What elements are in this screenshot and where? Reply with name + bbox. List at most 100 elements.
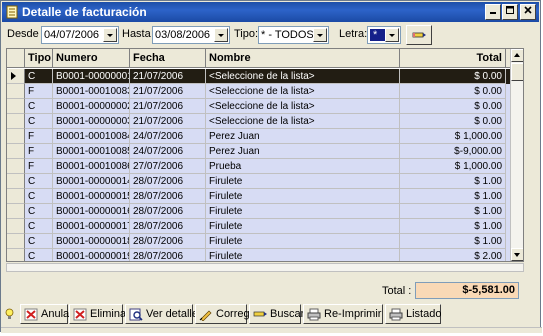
title-bar[interactable]: Detalle de facturación bbox=[2, 2, 539, 22]
cell-tipo[interactable]: C bbox=[25, 189, 53, 204]
cell-numero[interactable]: B0001-00000014 bbox=[53, 174, 130, 189]
cell-fecha[interactable]: 27/07/2006 bbox=[130, 159, 206, 174]
cell-fecha[interactable]: 28/07/2006 bbox=[130, 189, 206, 204]
hasta-date-input[interactable]: 03/08/2006 bbox=[152, 26, 230, 44]
cell-numero[interactable]: B0001-00000019 bbox=[53, 249, 130, 261]
table-row[interactable]: C B0001-00000015 28/07/2006 Firulete $ 1.00 bbox=[7, 189, 512, 204]
cell-total[interactable]: $ 1,000.00 bbox=[400, 129, 506, 144]
horizontal-scrollbar[interactable] bbox=[6, 263, 524, 272]
cell-total[interactable]: $ 1,000.00 bbox=[400, 159, 506, 174]
cell-total[interactable]: $ 1.00 bbox=[400, 189, 506, 204]
cell-nombre[interactable]: <Seleccione de la lista> bbox=[206, 84, 400, 99]
row-indicator[interactable] bbox=[7, 219, 25, 234]
cell-fecha[interactable]: 21/07/2006 bbox=[130, 84, 206, 99]
cell-nombre[interactable]: Firulete bbox=[206, 204, 400, 219]
cell-numero[interactable]: B0001-00000016 bbox=[53, 204, 130, 219]
minimize-button[interactable] bbox=[485, 4, 501, 20]
anular-button[interactable]: Anular bbox=[20, 304, 73, 324]
cell-nombre[interactable]: Perez Juan bbox=[206, 144, 400, 159]
cell-numero[interactable]: B0001-00010084 bbox=[53, 129, 130, 144]
table-row[interactable]: C B0001-00000001 21/07/2006 <Seleccione de … bbox=[7, 69, 512, 84]
close-button[interactable] bbox=[520, 4, 536, 20]
ver-detalles-button[interactable]: Ver detalles bbox=[125, 304, 203, 324]
row-indicator[interactable] bbox=[7, 249, 25, 261]
cell-nombre[interactable]: Prueba bbox=[206, 159, 400, 174]
row-indicator[interactable] bbox=[7, 204, 25, 219]
cell-total[interactable]: $-9,000.00 bbox=[400, 144, 506, 159]
vertical-scrollbar[interactable] bbox=[510, 49, 523, 261]
table-row[interactable]: F B0001-00010085 24/07/2006 Perez Juan $-9,0… bbox=[7, 144, 512, 159]
table-row[interactable]: F B0001-00010086 27/07/2006 Prueba $ 1,000.0… bbox=[7, 159, 512, 174]
table-row[interactable]: C B0001-00000017 28/07/2006 Firulete $ 1.00 bbox=[7, 219, 512, 234]
cell-tipo[interactable]: C bbox=[25, 219, 53, 234]
cell-nombre[interactable]: Firulete bbox=[206, 189, 400, 204]
header-tipo[interactable]: Tipo bbox=[25, 49, 53, 68]
cell-nombre[interactable]: <Seleccione de la lista> bbox=[206, 114, 400, 129]
table-row[interactable]: C B0001-00000002 21/07/2006 <Seleccione de … bbox=[7, 99, 512, 114]
reimprimir-button[interactable]: Re-Imprimir bbox=[303, 304, 383, 324]
table-row[interactable]: C B0001-00000014 28/07/2006 Firulete $ 1.00 bbox=[7, 174, 512, 189]
cell-numero[interactable]: B0001-00000001 bbox=[53, 69, 130, 84]
row-indicator[interactable] bbox=[7, 99, 25, 114]
table-row[interactable]: C B0001-00000016 28/07/2006 Firulete $ 1.00 bbox=[7, 204, 512, 219]
cell-total[interactable]: $ 1.00 bbox=[400, 174, 506, 189]
cell-total[interactable]: $ 0.00 bbox=[400, 84, 506, 99]
cell-fecha[interactable]: 21/07/2006 bbox=[130, 99, 206, 114]
scroll-up-button[interactable] bbox=[511, 49, 523, 62]
cell-total[interactable]: $ 1.00 bbox=[400, 204, 506, 219]
cell-fecha[interactable]: 21/07/2006 bbox=[130, 69, 206, 84]
table-row[interactable]: C B0001-00000018 28/07/2006 Firulete $ 1.00 bbox=[7, 234, 512, 249]
cell-numero[interactable]: B0001-00000002 bbox=[53, 99, 130, 114]
header-nombre[interactable]: Nombre bbox=[206, 49, 400, 68]
desde-date-input[interactable]: 04/07/2006 bbox=[41, 26, 119, 44]
cell-numero[interactable]: B0001-00010085 bbox=[53, 144, 130, 159]
cell-tipo[interactable]: F bbox=[25, 129, 53, 144]
tipo-select[interactable]: * - TODOS bbox=[258, 26, 329, 44]
scroll-thumb[interactable] bbox=[511, 63, 523, 81]
cell-total[interactable]: $ 0.00 bbox=[400, 99, 506, 114]
row-indicator[interactable] bbox=[7, 69, 25, 84]
pencil-button[interactable] bbox=[406, 25, 432, 45]
row-indicator[interactable] bbox=[7, 189, 25, 204]
cell-numero[interactable]: B0001-00000017 bbox=[53, 219, 130, 234]
cell-tipo[interactable]: F bbox=[25, 144, 53, 159]
table-row[interactable]: F B0001-00010084 24/07/2006 Perez Juan $ 1,0… bbox=[7, 129, 512, 144]
letra-dropdown-icon[interactable] bbox=[385, 28, 399, 42]
cell-tipo[interactable]: C bbox=[25, 234, 53, 249]
eliminar-button[interactable]: Eliminar bbox=[69, 304, 130, 324]
cell-fecha[interactable]: 21/07/2006 bbox=[130, 114, 206, 129]
cell-fecha[interactable]: 28/07/2006 bbox=[130, 174, 206, 189]
cell-numero[interactable]: B0001-00000003 bbox=[53, 114, 130, 129]
cell-nombre[interactable]: Firulete bbox=[206, 219, 400, 234]
cell-numero[interactable]: B0001-00000018 bbox=[53, 234, 130, 249]
cell-nombre[interactable]: <Seleccione de la lista> bbox=[206, 69, 400, 84]
listado-button[interactable]: Listado bbox=[385, 304, 441, 324]
cell-numero[interactable]: B0001-00010083 bbox=[53, 84, 130, 99]
table-row[interactable]: C B0001-00000019 28/07/2006 Firulete $ 2.00 bbox=[7, 249, 512, 261]
cell-fecha[interactable]: 28/07/2006 bbox=[130, 204, 206, 219]
tipo-dropdown-icon[interactable] bbox=[313, 28, 327, 42]
cell-total[interactable]: $ 1.00 bbox=[400, 219, 506, 234]
row-indicator[interactable] bbox=[7, 234, 25, 249]
cell-nombre[interactable]: <Seleccione de la lista> bbox=[206, 99, 400, 114]
cell-tipo[interactable]: C bbox=[25, 204, 53, 219]
row-indicator[interactable] bbox=[7, 174, 25, 189]
table-row[interactable]: C B0001-00000003 21/07/2006 <Seleccione de … bbox=[7, 114, 512, 129]
header-numero[interactable]: Numero bbox=[53, 49, 130, 68]
cell-nombre[interactable]: Firulete bbox=[206, 234, 400, 249]
row-indicator[interactable] bbox=[7, 144, 25, 159]
cell-tipo[interactable]: C bbox=[25, 114, 53, 129]
maximize-button[interactable] bbox=[502, 4, 518, 20]
cell-tipo[interactable]: F bbox=[25, 159, 53, 174]
scroll-down-button[interactable] bbox=[511, 248, 523, 261]
corregir-button[interactable]: Corregir bbox=[195, 304, 256, 324]
cell-nombre[interactable]: Firulete bbox=[206, 249, 400, 261]
cell-fecha[interactable]: 24/07/2006 bbox=[130, 129, 206, 144]
cell-tipo[interactable]: F bbox=[25, 84, 53, 99]
cell-total[interactable]: $ 1.00 bbox=[400, 234, 506, 249]
cell-tipo[interactable]: C bbox=[25, 99, 53, 114]
cell-fecha[interactable]: 28/07/2006 bbox=[130, 234, 206, 249]
buscar-button[interactable]: Buscar bbox=[249, 304, 304, 324]
cell-total[interactable]: $ 0.00 bbox=[400, 114, 506, 129]
cell-numero[interactable]: B0001-00000015 bbox=[53, 189, 130, 204]
